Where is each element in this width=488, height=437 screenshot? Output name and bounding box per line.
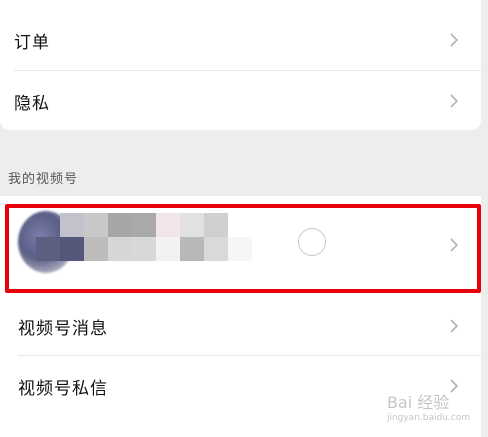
watermark-url: jingyan.baidu.com [386,413,470,423]
chevron-right-icon [447,33,461,47]
watermark: Bai 经验 jingyan.baidu.com [387,389,470,423]
section-title: 我的视频号 [8,172,79,187]
chevron-right-icon [447,238,461,252]
menu-item-privacy[interactable]: 隐私 [0,71,481,131]
watermark-brand: Bai 经验 [386,393,450,412]
menu-item-label: 隐私 [14,93,50,114]
chevron-right-icon [447,319,461,333]
menu-item-label: 视频号消息 [18,318,108,339]
chevron-right-icon [447,94,461,108]
menu-item-label: 视频号私信 [18,378,108,399]
menu-item-channel-messages[interactable]: 视频号消息 [0,296,481,356]
pixelated-name [36,213,256,265]
menu-item-label: 订单 [14,32,50,53]
menu-item-orders[interactable]: 订单 [0,10,481,70]
status-circle-icon [298,228,326,256]
